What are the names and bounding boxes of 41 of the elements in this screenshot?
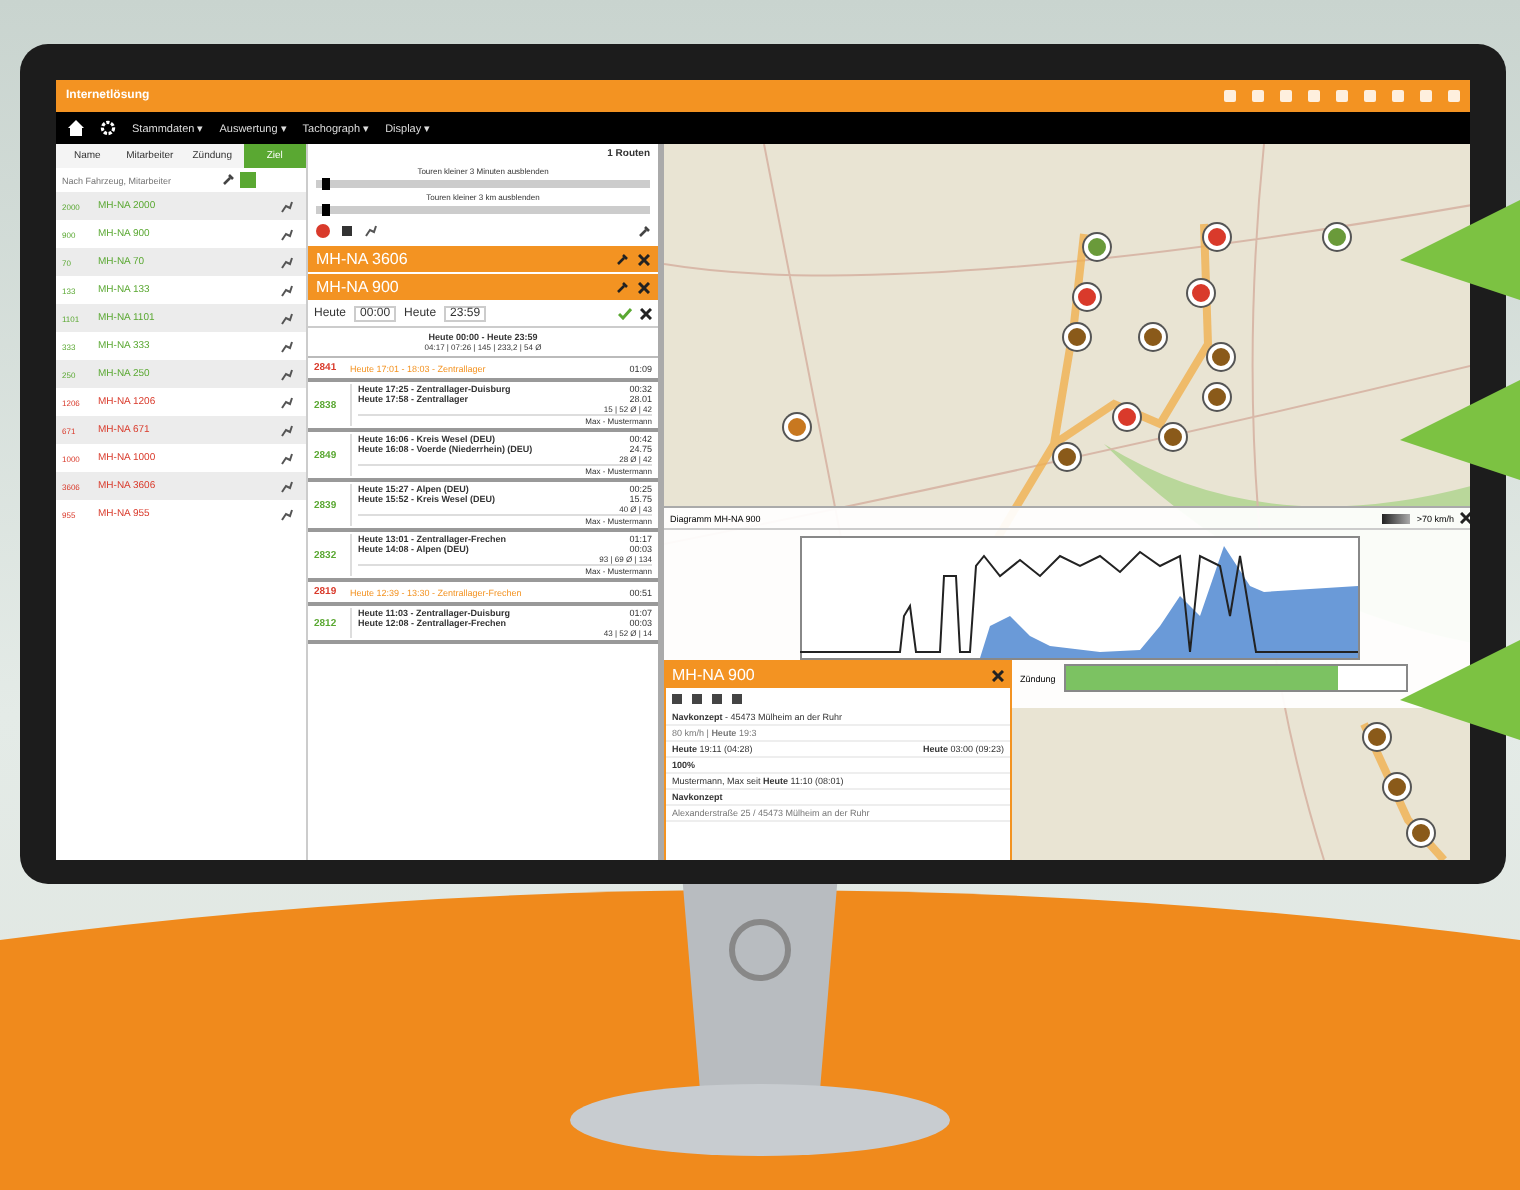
- pointer-arrow: [1400, 200, 1520, 300]
- route-marker[interactable]: [1084, 234, 1110, 260]
- vehicle-name: MH-NA 3606: [316, 250, 410, 268]
- settings-icon[interactable]: [100, 120, 116, 136]
- route-marker[interactable]: [1140, 324, 1166, 350]
- wrench-icon[interactable]: [222, 174, 234, 186]
- check-icon[interactable]: [618, 308, 632, 320]
- route-marker[interactable]: [1364, 724, 1390, 750]
- wrench-icon[interactable]: [616, 253, 628, 265]
- slider-thumb[interactable]: [322, 178, 331, 190]
- pointer-arrow: [1400, 640, 1520, 740]
- route-marker[interactable]: [1384, 774, 1410, 800]
- route-marker[interactable]: [1324, 224, 1350, 250]
- route-marker[interactable]: [1160, 424, 1186, 450]
- wrench-icon[interactable]: [638, 225, 650, 237]
- route-marker[interactable]: [1054, 444, 1080, 470]
- filter-slider[interactable]: [316, 180, 650, 188]
- wrench-icon[interactable]: [616, 281, 628, 293]
- filter-slider[interactable]: [316, 206, 650, 214]
- close-icon[interactable]: [638, 253, 650, 265]
- close-icon[interactable]: [638, 281, 650, 293]
- route-marker[interactable]: [1208, 344, 1234, 370]
- legend-swatch: [1382, 513, 1411, 523]
- slider-thumb[interactable]: [322, 204, 331, 216]
- route-marker[interactable]: [784, 414, 810, 440]
- route-marker[interactable]: [1064, 324, 1090, 350]
- route-marker[interactable]: [1074, 284, 1100, 310]
- route-marker[interactable]: [1188, 280, 1214, 306]
- vehicle-name: MH-NA 900: [316, 278, 401, 296]
- close-icon[interactable]: [640, 308, 652, 320]
- close-icon[interactable]: [1460, 512, 1470, 524]
- home-icon[interactable]: [68, 120, 84, 136]
- route-marker[interactable]: [1204, 224, 1230, 250]
- route-marker[interactable]: [1204, 384, 1230, 410]
- route-marker[interactable]: [1114, 404, 1140, 430]
- close-icon[interactable]: [992, 669, 1004, 681]
- route-marker[interactable]: [1408, 820, 1434, 846]
- pointer-arrow: [1400, 380, 1520, 480]
- stop-icon[interactable]: [316, 224, 330, 238]
- popup-title: MH-NA 900: [672, 666, 757, 684]
- route-icon[interactable]: [364, 224, 378, 238]
